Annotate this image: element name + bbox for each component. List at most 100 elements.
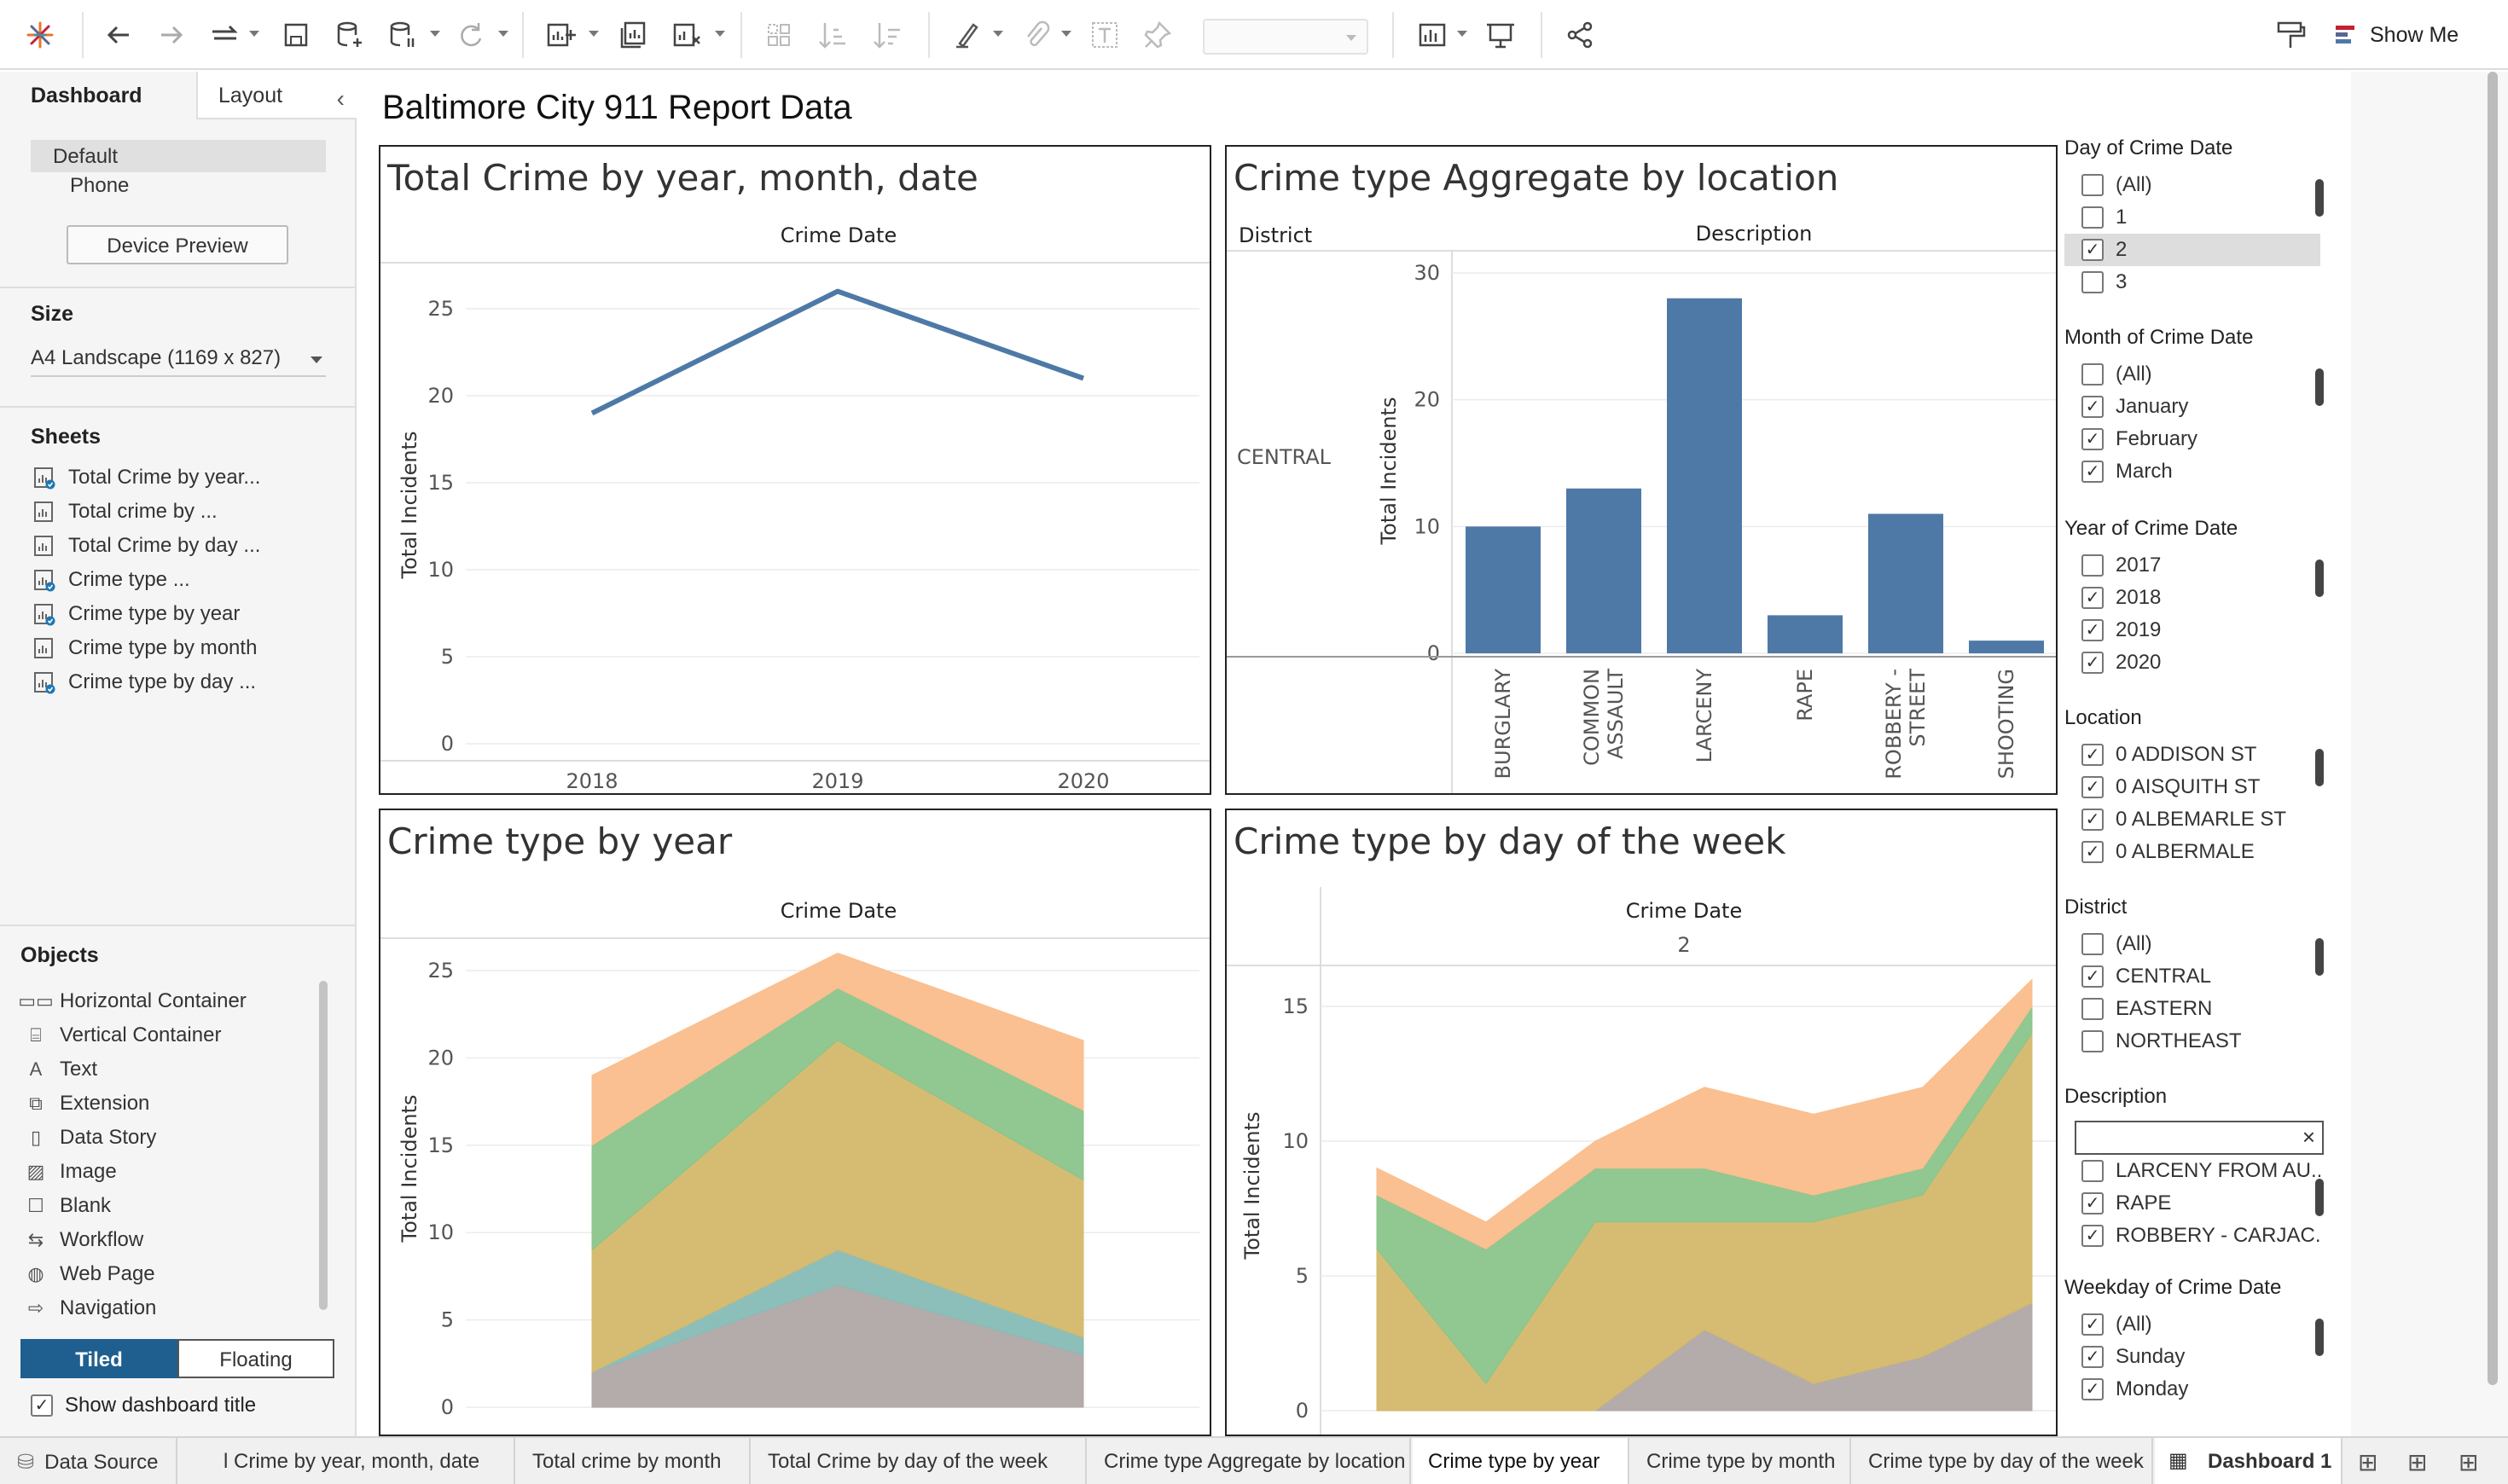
viz-crime-type-by-location[interactable]: Crime type Aggregate by location Distric…: [1225, 145, 2058, 795]
new-worksheet-icon[interactable]: ⊞: [2358, 1448, 2387, 1475]
object-item[interactable]: ◍ Web Page: [24, 1259, 154, 1290]
viz-total-crime-by-date[interactable]: Total Crime by year, month, date Crime D…: [379, 145, 1211, 795]
undo-icon[interactable]: [99, 15, 138, 55]
filter-option[interactable]: ✓ ROBBERY - CARJAC...: [2064, 1220, 2320, 1252]
filter-scrollbar[interactable]: [2315, 938, 2324, 976]
filter-scrollbar[interactable]: [2315, 368, 2324, 406]
checkbox-checked[interactable]: ✓: [2081, 1378, 2104, 1400]
filter-option[interactable]: (All): [2064, 358, 2320, 391]
sheet-tab[interactable]: Crime type by day of the week: [1853, 1438, 2153, 1484]
tab-data-source[interactable]: ⛁ Data Source: [0, 1438, 177, 1484]
collapse-chevron-icon[interactable]: ‹: [337, 85, 345, 113]
checkbox-unchecked[interactable]: [2081, 174, 2104, 196]
checkbox-checked[interactable]: ✓: [2081, 428, 2104, 450]
object-item[interactable]: A Text: [24, 1054, 97, 1085]
pin-icon[interactable]: [1138, 15, 1177, 55]
checkbox-checked[interactable]: ✓: [2081, 744, 2104, 766]
checkbox-unchecked[interactable]: [2081, 1160, 2104, 1182]
redo-icon[interactable]: [152, 15, 191, 55]
filter-option[interactable]: 1: [2064, 201, 2320, 234]
checkbox-checked[interactable]: ✓: [2081, 1225, 2104, 1247]
object-item[interactable]: ⇨ Navigation: [24, 1293, 157, 1324]
checkbox-unchecked[interactable]: [2081, 998, 2104, 1020]
checkbox-checked[interactable]: ✓: [2081, 652, 2104, 674]
bar[interactable]: [1566, 488, 1641, 653]
fit-dropdown[interactable]: [1203, 19, 1368, 55]
checkbox-checked[interactable]: ✓: [2081, 965, 2104, 988]
sheet-item[interactable]: Total Crime by year...: [32, 462, 260, 493]
show-me-button[interactable]: Show Me: [2334, 15, 2459, 55]
filter-option[interactable]: ✓ 2020: [2064, 646, 2320, 679]
clear-sheet-icon[interactable]: [667, 15, 706, 55]
filter-option[interactable]: (All): [2064, 169, 2320, 201]
filter-scrollbar[interactable]: [2315, 559, 2324, 597]
group-icon[interactable]: [759, 15, 798, 55]
new-story-icon[interactable]: ⊞: [2459, 1448, 2488, 1475]
filter-option[interactable]: ✓ Monday: [2064, 1373, 2320, 1406]
filter-option[interactable]: ✓ 2: [2064, 234, 2320, 266]
sheet-item[interactable]: Total Crime by day ...: [32, 530, 260, 561]
device-default[interactable]: Default: [31, 140, 326, 172]
highlight-icon[interactable]: [947, 15, 986, 55]
filter-option[interactable]: ✓ 2018: [2064, 582, 2320, 614]
filter-option[interactable]: ✓ (All): [2064, 1308, 2320, 1341]
series-line[interactable]: [590, 288, 1085, 416]
pause-updates-icon[interactable]: [382, 15, 421, 55]
sheet-tab[interactable]: Crime type by year: [1413, 1438, 1629, 1484]
checkbox-checked[interactable]: ✓: [2081, 841, 2104, 863]
sort-ascending-icon[interactable]: [814, 15, 853, 55]
filter-option[interactable]: EASTERN: [2064, 993, 2320, 1025]
filter-option[interactable]: ✓ CENTRAL: [2064, 960, 2320, 993]
checkbox-checked[interactable]: ✓: [2081, 239, 2104, 261]
sheet-tab[interactable]: l Crime by year, month, date: [222, 1438, 515, 1484]
text-label-icon[interactable]: [1085, 15, 1124, 55]
show-dashboard-title-checkbox[interactable]: ✓ Show dashboard title: [31, 1394, 256, 1417]
filter-option[interactable]: ✓ 0 AISQUITH ST: [2064, 771, 2320, 803]
filter-option[interactable]: LARCENY FROM AU...: [2064, 1155, 2320, 1187]
attach-icon[interactable]: [1017, 15, 1056, 55]
viz-crime-type-by-weekday[interactable]: Crime type by day of the week Crime Date…: [1225, 809, 2058, 1436]
sheet-item[interactable]: Crime type ...: [32, 565, 190, 595]
swap-icon[interactable]: [205, 15, 244, 55]
checkbox-checked[interactable]: ✓: [2081, 776, 2104, 798]
filter-option[interactable]: (All): [2064, 928, 2320, 960]
new-data-source-icon[interactable]: [329, 15, 369, 55]
dashboard-scrollbar[interactable]: [2488, 72, 2498, 1385]
floating-button[interactable]: Floating: [177, 1339, 334, 1378]
filter-option[interactable]: ✓ 0 ALBEMARLE ST: [2064, 803, 2320, 836]
sheet-tab[interactable]: Total Crime by day of the week: [752, 1438, 1087, 1484]
sheet-tab[interactable]: Crime type Aggregate by location: [1089, 1438, 1411, 1484]
duplicate-sheet-icon[interactable]: [614, 15, 653, 55]
object-item[interactable]: ⌸ Vertical Container: [24, 1020, 221, 1051]
filter-scrollbar[interactable]: [2315, 179, 2324, 217]
object-item[interactable]: ▭▭ Horizontal Container: [18, 986, 247, 1017]
bar[interactable]: [1868, 513, 1943, 653]
checkbox-unchecked[interactable]: [2081, 554, 2104, 577]
device-preview-button[interactable]: Device Preview: [67, 225, 288, 264]
checkbox-checked[interactable]: ✓: [2081, 1313, 2104, 1336]
sheet-tab[interactable]: Total crime by month: [517, 1438, 751, 1484]
filter-option[interactable]: 3: [2064, 266, 2320, 299]
filter-option[interactable]: NORTHEAST: [2064, 1025, 2320, 1058]
filter-option[interactable]: ✓ Sunday: [2064, 1341, 2320, 1373]
tab-dashboard[interactable]: Dashboard: [0, 72, 196, 119]
share-icon[interactable]: [1561, 15, 1600, 55]
filter-option[interactable]: ✓ January: [2064, 391, 2320, 423]
sheet-item[interactable]: Crime type by year: [32, 599, 240, 629]
object-item[interactable]: ▯ Data Story: [24, 1122, 156, 1153]
filter-scrollbar[interactable]: [2315, 749, 2324, 786]
tableau-logo-icon[interactable]: [20, 15, 60, 55]
clear-search-icon[interactable]: ×: [2302, 1124, 2315, 1151]
filter-option[interactable]: ✓ 0 ALBERMALE: [2064, 836, 2320, 868]
filter-option[interactable]: ✓ 2019: [2064, 614, 2320, 646]
filter-option[interactable]: ✓ RAPE: [2064, 1187, 2320, 1220]
tab-layout[interactable]: Layout ‹: [196, 72, 357, 119]
bar[interactable]: [1667, 298, 1742, 653]
sheet-item[interactable]: Crime type by month: [32, 633, 257, 664]
new-worksheet-icon[interactable]: [541, 15, 580, 55]
sheet-item[interactable]: Crime type by day ...: [32, 667, 256, 698]
size-dropdown[interactable]: A4 Landscape (1169 x 827): [31, 339, 326, 377]
object-item[interactable]: ▨ Image: [24, 1156, 117, 1187]
checkbox-checked[interactable]: ✓: [2081, 1192, 2104, 1214]
device-phone[interactable]: Phone: [70, 174, 129, 198]
